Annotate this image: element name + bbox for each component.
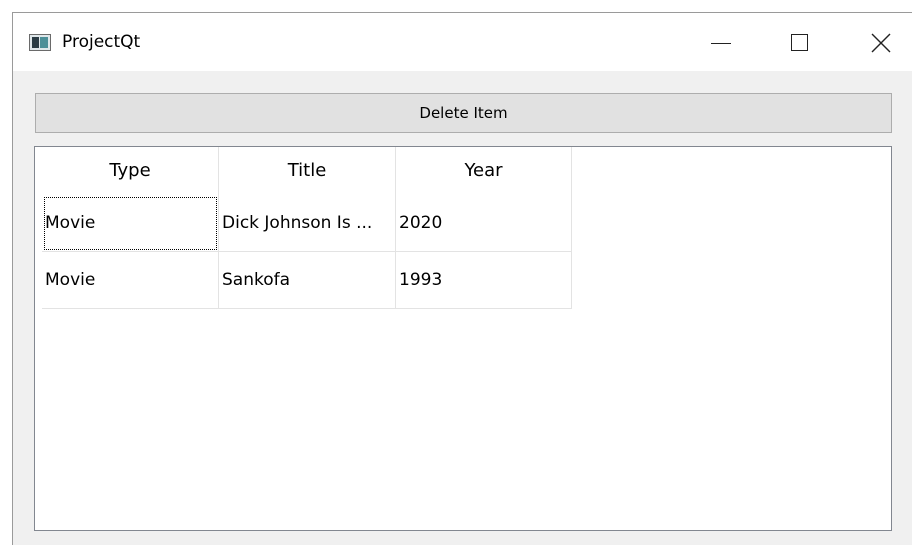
cell-type[interactable]: Movie — [42, 195, 219, 252]
delete-item-button[interactable]: Delete Item — [35, 93, 892, 133]
table-row[interactable]: Movie Sankofa 1993 — [42, 252, 572, 309]
table-row[interactable]: Movie Dick Johnson Is ... 2020 — [42, 195, 572, 252]
header-year[interactable]: Year — [396, 147, 572, 195]
maximize-icon — [791, 34, 808, 51]
table-view[interactable]: Type Title Year Movie Dick Johnson Is ..… — [34, 146, 892, 531]
minimize-icon — [711, 43, 731, 44]
cell-year[interactable]: 1993 — [396, 252, 572, 309]
header-title[interactable]: Title — [219, 147, 396, 195]
title-bar[interactable]: ProjectQt — [13, 13, 912, 71]
maximize-button[interactable] — [773, 13, 829, 71]
header-type[interactable]: Type — [42, 147, 219, 195]
qt-window-icon[interactable] — [29, 34, 51, 51]
app-icon-dark-part — [32, 37, 39, 48]
table-grid: Type Title Year Movie Dick Johnson Is ..… — [42, 147, 572, 309]
app-icon-teal-part — [40, 37, 48, 48]
window-title: ProjectQt — [62, 32, 141, 52]
main-window: ProjectQt Delete Item Type Title Year Mo… — [12, 12, 912, 545]
minimize-button[interactable] — [695, 13, 751, 71]
cell-title[interactable]: Dick Johnson Is ... — [219, 195, 396, 252]
cell-year[interactable]: 2020 — [396, 195, 572, 252]
table-header: Type Title Year — [42, 147, 572, 195]
cell-title[interactable]: Sankofa — [219, 252, 396, 309]
close-button[interactable] — [853, 13, 909, 71]
cell-type[interactable]: Movie — [42, 252, 219, 309]
close-icon — [871, 33, 891, 53]
